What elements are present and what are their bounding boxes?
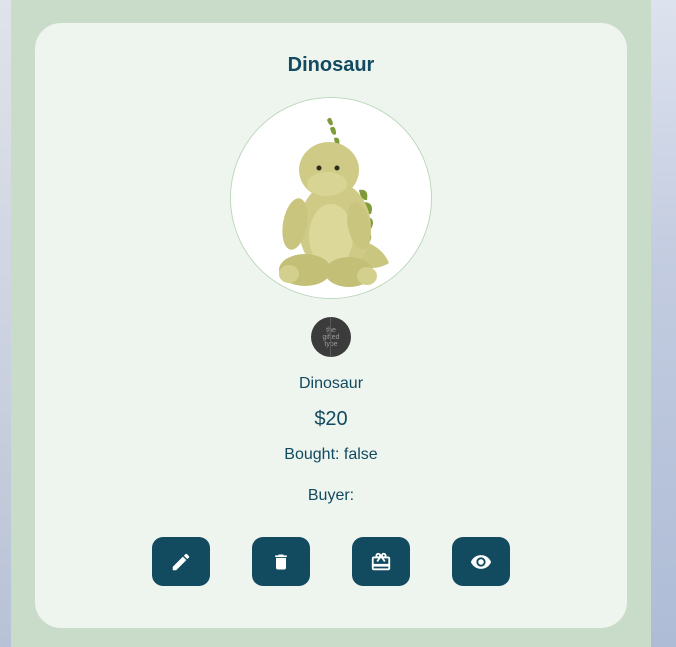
bought-status: Bought: false [284,446,378,463]
item-name: Dinosaur [298,375,364,392]
trash-icon [275,554,287,569]
pencil-icon [172,553,190,570]
brand-logo: the gifted type [311,317,351,357]
gift-button[interactable] [352,537,410,586]
window-edge-right [651,0,676,647]
item-price: $20 [314,408,348,430]
edit-button[interactable] [152,537,210,586]
card-title: Dinosaur [287,54,375,76]
gift-item-card: Dinosaur the gifted type Dinosaur $20 Bo… [35,23,627,628]
delete-button[interactable] [252,537,310,586]
view-button[interactable] [452,537,510,586]
gift-icon [371,552,391,570]
logo-text-line-1: the [326,326,336,334]
eye-icon [470,554,492,569]
buyer-field: Buyer: [307,487,355,504]
item-photo [230,97,432,299]
logo-text-line-2: gifted [322,333,340,341]
logo-text-line-3: type [324,340,338,348]
content-panel: Dinosaur the gifted type Dinosaur $20 Bo… [11,0,651,647]
plush-dinosaur-image [231,98,431,298]
window-edge-left [0,0,11,647]
